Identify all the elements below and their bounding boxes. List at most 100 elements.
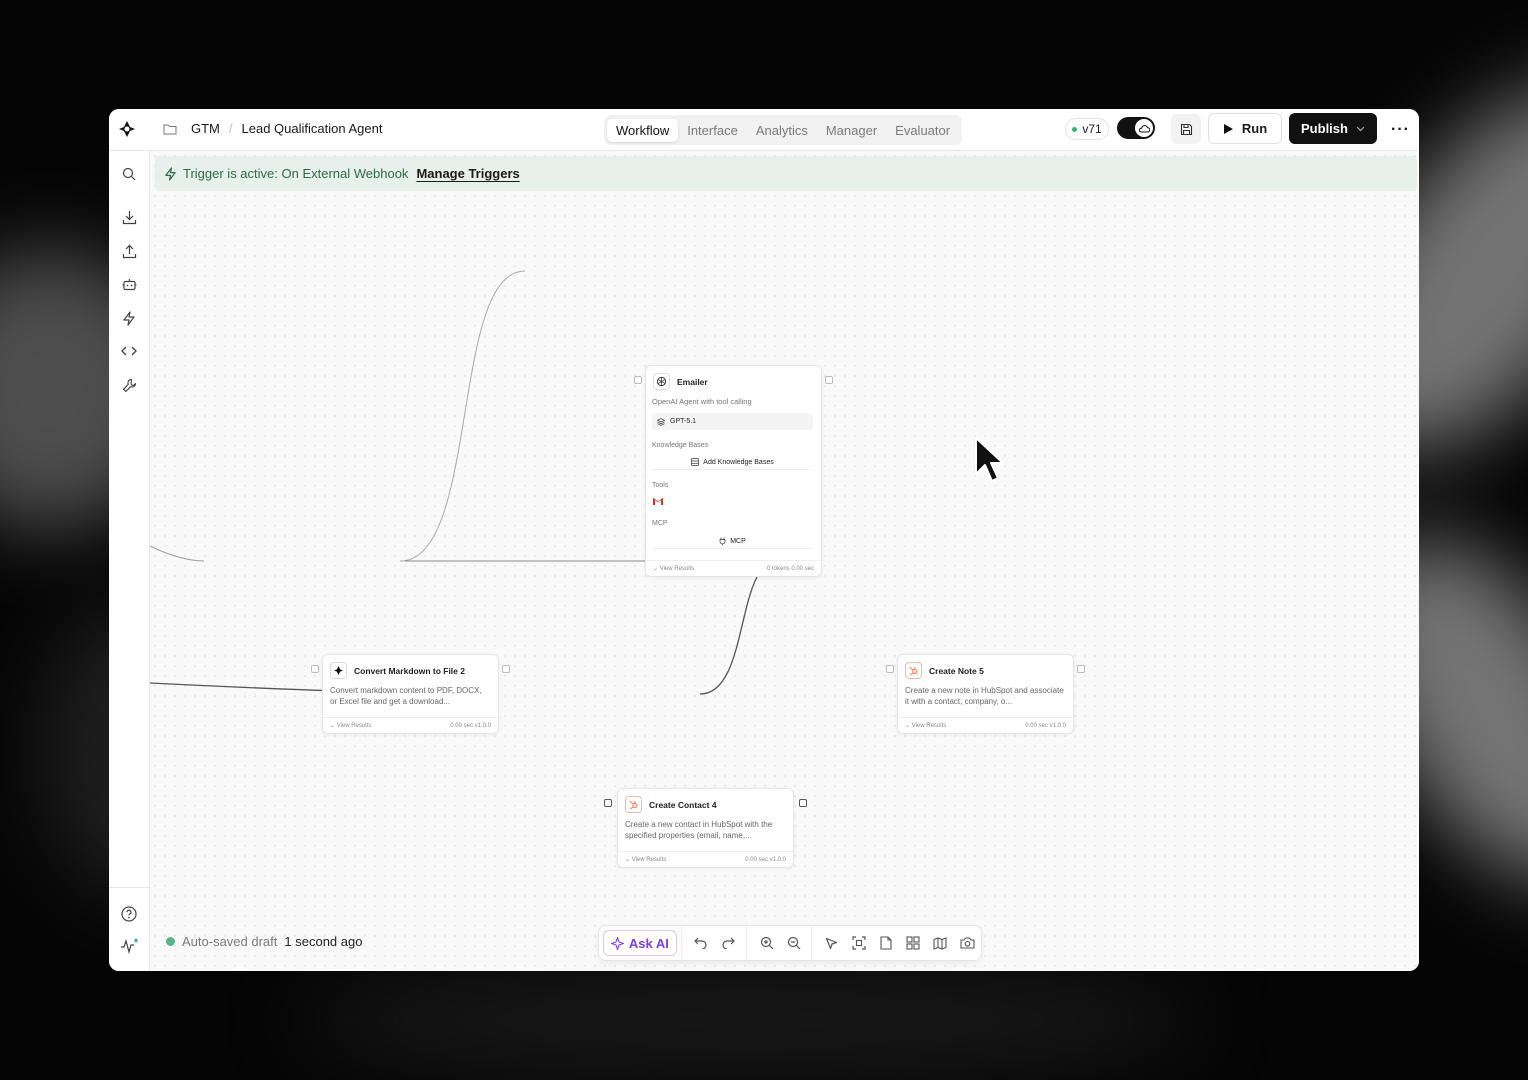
emailer-meta: 0 tokens 0.00 sec xyxy=(766,565,814,572)
emailer-title: Emailer xyxy=(677,376,708,387)
minimap-icon[interactable] xyxy=(927,929,954,957)
redo-icon[interactable] xyxy=(715,929,742,957)
hubspot-icon xyxy=(625,796,642,813)
add-kb-label: Add Knowledge Bases xyxy=(703,458,774,466)
openai-icon xyxy=(653,373,670,390)
workflow-canvas[interactable]: Trigger is active: On External Webhook M… xyxy=(150,151,1419,971)
app-window: GTM / Lead Qualification Agent Workflow … xyxy=(109,109,1419,971)
sparkle-icon xyxy=(610,936,624,950)
mcp-label: MCP xyxy=(652,520,668,527)
upload-icon[interactable] xyxy=(120,242,138,260)
note-footer: ⌄ View Results 0.00 sec v1.0.0 xyxy=(898,717,1073,733)
plug-icon xyxy=(719,537,726,545)
model-selector[interactable]: GPT-5.1 xyxy=(652,413,813,430)
run-label: Run xyxy=(1241,121,1268,136)
deploy-toggle[interactable] xyxy=(1117,117,1155,139)
note-description: Create a new note in HubSpot and associa… xyxy=(905,686,1064,706)
download-icon[interactable] xyxy=(120,208,138,226)
lightning-icon[interactable] xyxy=(120,309,138,327)
view-results-link[interactable]: ⌄ View Results xyxy=(653,565,694,572)
autosave-time: 1 second ago xyxy=(284,934,363,949)
view-results-link[interactable]: ⌄ View Results xyxy=(625,856,666,863)
contact-input-handle[interactable] xyxy=(604,799,612,807)
contact-title: Create Contact 4 xyxy=(649,799,717,810)
layout-icon[interactable] xyxy=(900,929,927,957)
tab-evaluator[interactable]: Evaluator xyxy=(886,119,959,142)
layers-icon xyxy=(657,417,665,426)
mcp-button[interactable]: MCP xyxy=(652,534,813,549)
edge-convert-to-emailer xyxy=(399,270,526,562)
fit-view-icon[interactable] xyxy=(845,929,872,957)
kb-label: Knowledge Bases xyxy=(652,442,709,449)
app-logo-icon xyxy=(330,662,347,679)
top-bar: GTM / Lead Qualification Agent Workflow … xyxy=(109,109,1419,151)
note-meta: 0.00 sec v1.0.0 xyxy=(1025,722,1066,729)
note-icon[interactable] xyxy=(872,929,899,957)
emailer-output-handle[interactable] xyxy=(825,376,833,384)
gmail-icon[interactable] xyxy=(652,496,664,506)
code-icon[interactable] xyxy=(120,342,138,360)
convert-markdown-node[interactable]: Convert Markdown to File 2 Convert markd… xyxy=(311,654,510,734)
convert-meta: 0.00 sec v1.0.0 xyxy=(450,722,491,729)
search-icon[interactable] xyxy=(120,165,138,183)
ask-ai-button[interactable]: Ask AI xyxy=(603,930,677,956)
activity-icon[interactable] xyxy=(120,937,138,955)
canvas-toolbar: Ask AI xyxy=(598,925,982,961)
pointer-icon[interactable] xyxy=(818,929,845,957)
run-button[interactable]: Run xyxy=(1208,113,1282,144)
mcp-button-label: MCP xyxy=(730,537,746,545)
tab-interface[interactable]: Interface xyxy=(678,119,747,142)
create-contact-node[interactable]: Create Contact 4 Create a new contact in… xyxy=(604,788,807,868)
view-results-link[interactable]: ⌄ View Results xyxy=(905,722,946,729)
convert-input-handle[interactable] xyxy=(311,665,319,673)
convert-title: Convert Markdown to File 2 xyxy=(354,665,465,676)
tab-analytics[interactable]: Analytics xyxy=(747,119,817,142)
cloud-icon xyxy=(1138,124,1150,132)
hubspot-icon xyxy=(905,662,922,679)
tab-workflow[interactable]: Workflow xyxy=(607,118,679,142)
undo-icon[interactable] xyxy=(688,929,715,957)
save-button[interactable] xyxy=(1171,114,1201,144)
contact-meta: 0.00 sec v1.0.0 xyxy=(745,856,786,863)
publish-button[interactable]: Publish xyxy=(1289,113,1377,144)
edge-contact-to-note xyxy=(699,560,779,695)
tools-label: Tools xyxy=(652,482,669,489)
wrench-icon[interactable] xyxy=(120,376,138,394)
convert-output-handle[interactable] xyxy=(502,665,510,673)
emailer-node[interactable]: Emailer OpenAI Agent with tool calling G… xyxy=(634,365,833,577)
camera-icon[interactable] xyxy=(954,929,981,957)
autosave-status-dot xyxy=(166,937,175,946)
emailer-input-handle[interactable] xyxy=(634,376,642,384)
emailer-subtitle: OpenAI Agent with tool calling xyxy=(652,397,752,406)
view-results-link[interactable]: ⌄ View Results xyxy=(330,722,371,729)
version-label: v71 xyxy=(1082,122,1102,136)
add-knowledge-bases-button[interactable]: Add Knowledge Bases xyxy=(652,455,813,470)
chevron-down-icon xyxy=(1356,126,1365,131)
breadcrumb-folder[interactable]: GTM xyxy=(191,121,220,136)
version-status-dot xyxy=(1072,126,1078,132)
autosave-status: Auto-saved draft 1 second ago xyxy=(166,934,362,949)
help-icon[interactable] xyxy=(120,905,138,923)
breadcrumb-separator: / xyxy=(228,121,233,136)
bot-icon[interactable] xyxy=(120,275,138,293)
play-icon xyxy=(1223,123,1233,134)
tab-manager[interactable]: Manager xyxy=(817,119,886,142)
app-logo-icon[interactable] xyxy=(117,119,137,139)
more-options-icon[interactable]: ··· xyxy=(1391,121,1410,139)
emailer-footer: ⌄ View Results 0 tokens 0.00 sec xyxy=(646,560,821,576)
autosave-text: Auto-saved draft xyxy=(182,934,278,949)
version-badge[interactable]: v71 xyxy=(1065,118,1109,140)
breadcrumb: GTM / Lead Qualification Agent xyxy=(163,121,382,136)
create-note-node[interactable]: Create Note 5 Create a new note in HubSp… xyxy=(886,654,1085,734)
note-input-handle[interactable] xyxy=(886,665,894,673)
note-title: Create Note 5 xyxy=(929,665,984,676)
mouse-cursor-icon xyxy=(975,437,1004,482)
note-output-handle[interactable] xyxy=(1077,665,1085,673)
publish-label: Publish xyxy=(1301,121,1348,136)
zoom-out-icon[interactable] xyxy=(780,929,807,957)
sidebar-divider xyxy=(109,887,149,888)
folder-icon xyxy=(163,124,177,134)
zoom-in-icon[interactable] xyxy=(753,929,780,957)
breadcrumb-project[interactable]: Lead Qualification Agent xyxy=(242,121,383,136)
contact-output-handle[interactable] xyxy=(799,799,807,807)
